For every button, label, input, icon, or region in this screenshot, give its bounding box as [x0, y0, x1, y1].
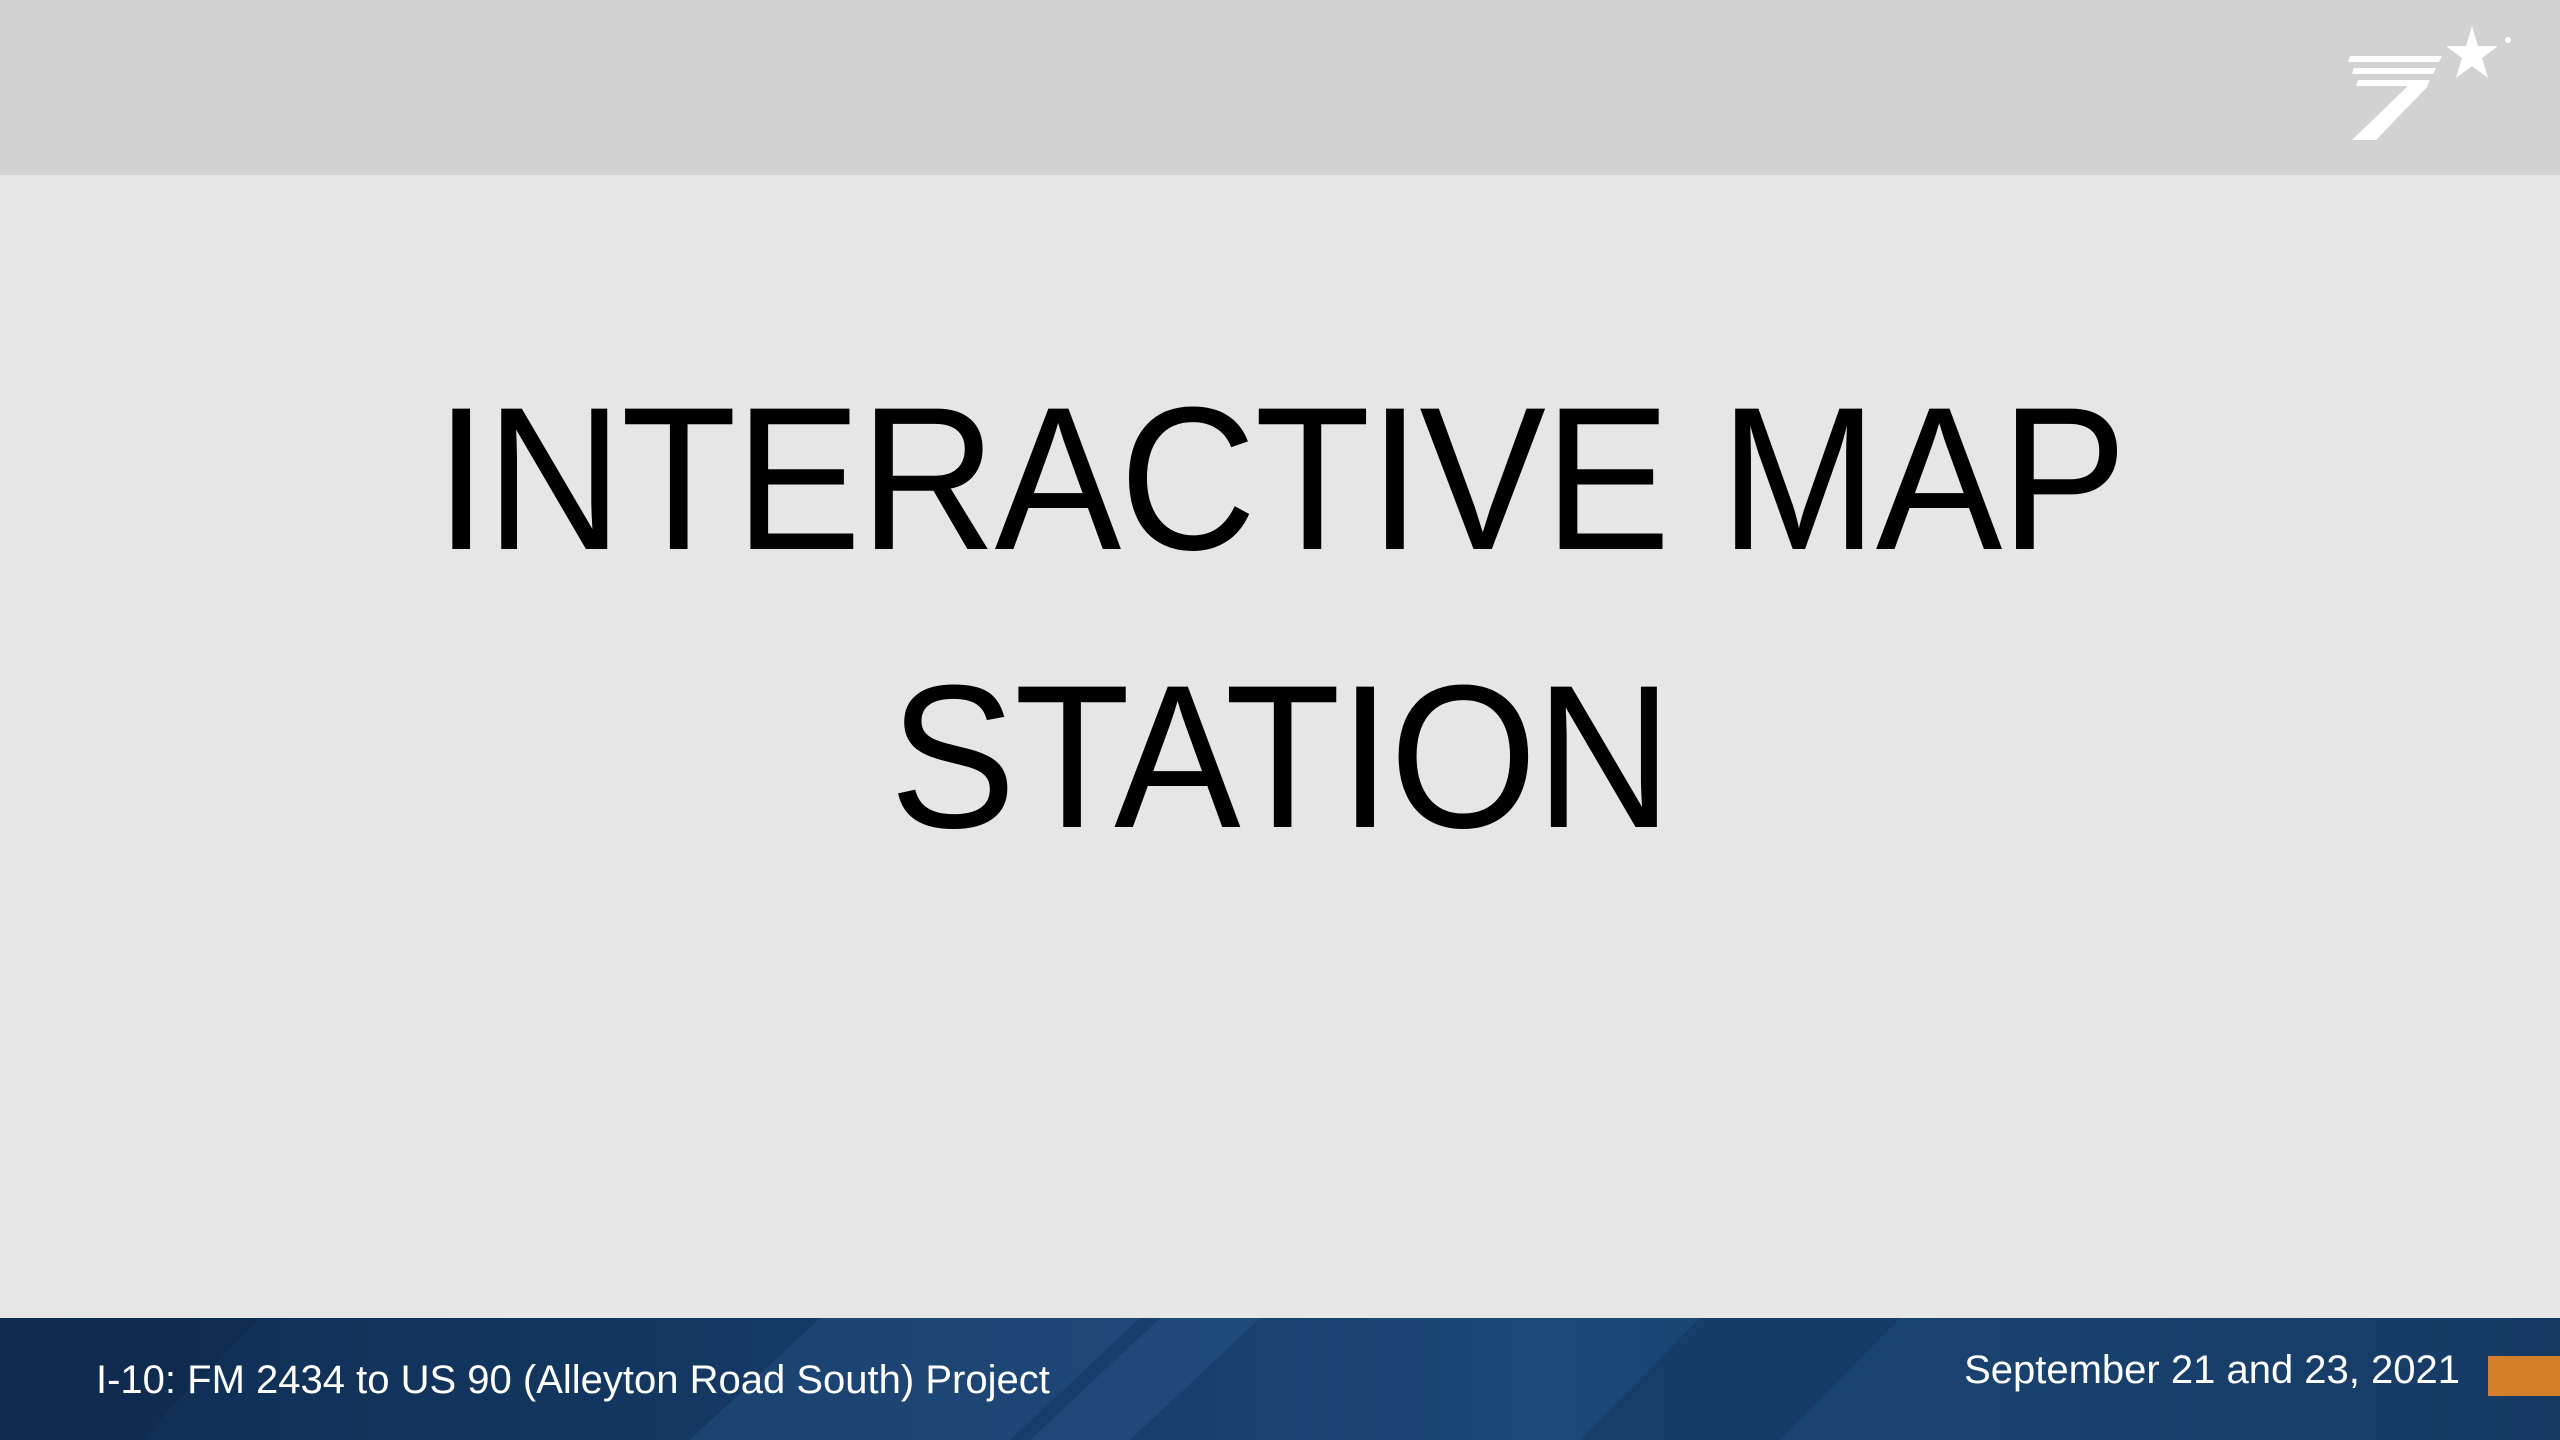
footer-date: September 21 and 23, 2021 — [1964, 1348, 2460, 1392]
title-line-2: STATION — [889, 643, 1673, 871]
title-line-1: INTERACTIVE MAP — [434, 365, 2127, 593]
footer-bar: I-10: FM 2434 to US 90 (Alleyton Road So… — [0, 1318, 2560, 1440]
slide-title: INTERACTIVE MAP STATION — [0, 340, 2560, 896]
footer-accent-block — [2488, 1356, 2560, 1396]
header-band — [0, 0, 2560, 175]
footer-project-name: I-10: FM 2434 to US 90 (Alleyton Road So… — [96, 1358, 1050, 1402]
txdot-flying-t-logo-icon — [2348, 26, 2511, 140]
slide: INTERACTIVE MAP STATION I-10: FM 2434 to… — [0, 0, 2560, 1440]
